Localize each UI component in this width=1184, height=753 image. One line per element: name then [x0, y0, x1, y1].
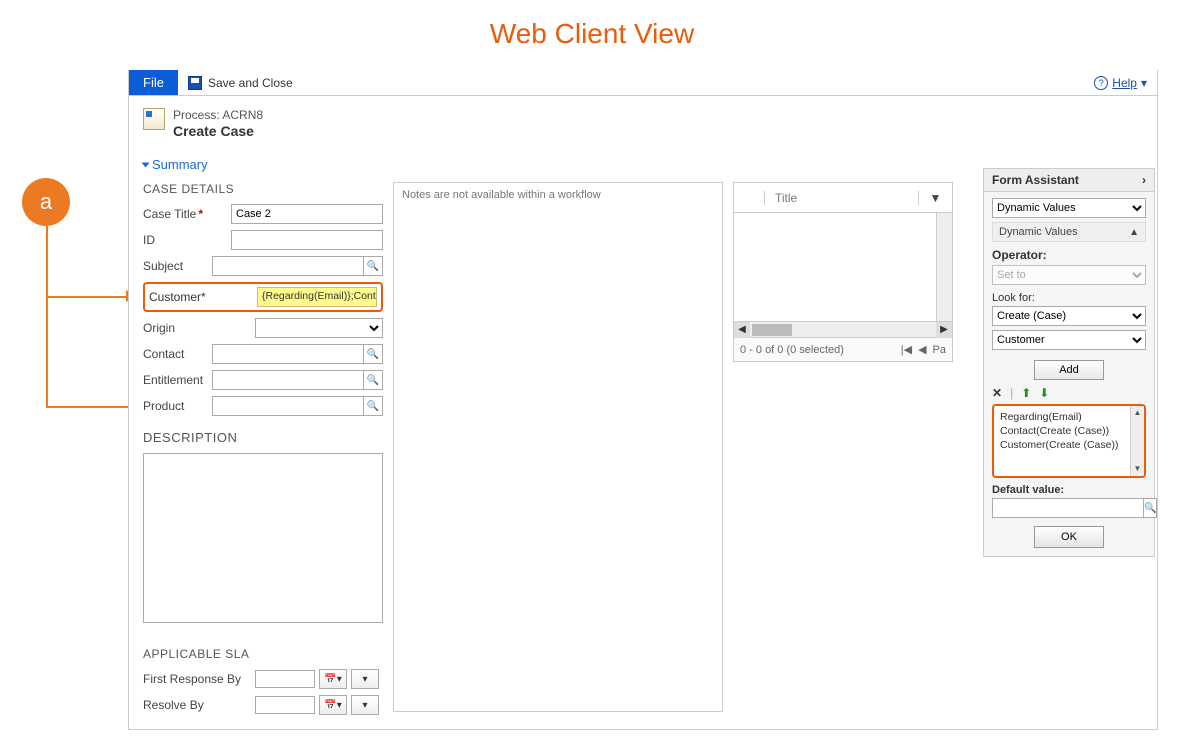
- lookfor-attribute-select[interactable]: Customer: [992, 330, 1146, 350]
- subgrid-panel: Title ▼ ◀ ▶ 0 - 0 of 0 (0 selected) |◀ ◀: [733, 182, 953, 362]
- product-input[interactable]: [212, 396, 363, 416]
- product-label: Product: [143, 399, 212, 413]
- grid-page-label: Pa: [933, 344, 946, 356]
- remove-icon[interactable]: ✕: [992, 386, 1002, 400]
- case-title-input[interactable]: [231, 204, 383, 224]
- listbox-scrollbar[interactable]: ▲ ▼: [1130, 406, 1144, 476]
- scroll-right-icon[interactable]: ▶: [936, 322, 952, 338]
- product-lookup-button[interactable]: 🔍: [363, 396, 383, 416]
- scroll-left-icon[interactable]: ◀: [734, 322, 750, 338]
- grid-body: [734, 213, 952, 321]
- first-response-calendar-button[interactable]: 📅▾: [319, 669, 347, 689]
- case-title-label: Case Title*: [143, 207, 231, 221]
- contact-lookup-button[interactable]: 🔍: [363, 344, 383, 364]
- entity-title: Create Case: [173, 123, 263, 139]
- id-input[interactable]: [231, 230, 383, 250]
- description-textarea[interactable]: [143, 453, 383, 623]
- file-menu[interactable]: File: [129, 70, 178, 95]
- contact-label: Contact: [143, 347, 212, 361]
- ok-button[interactable]: OK: [1034, 526, 1104, 548]
- first-response-time-button[interactable]: ▾: [351, 669, 379, 689]
- app-window: File Save and Close ? Help ▾ Process: AC…: [128, 70, 1158, 730]
- case-details-heading: CASE DETAILS: [143, 182, 383, 196]
- first-response-date[interactable]: [255, 670, 315, 688]
- id-label: ID: [143, 233, 231, 247]
- case-details-column: CASE DETAILS Case Title* ID Subject 🔍: [129, 178, 383, 721]
- notes-placeholder: Notes are not available within a workflo…: [402, 189, 714, 201]
- sla-heading: APPLICABLE SLA: [143, 647, 383, 661]
- grid-filter-icon[interactable]: ▼: [918, 191, 952, 205]
- grid-column-title[interactable]: Title: [764, 191, 918, 205]
- collapse-icon[interactable]: ›: [1142, 173, 1146, 187]
- resolve-by-date[interactable]: [255, 696, 315, 714]
- help-label: Help: [1112, 76, 1137, 90]
- process-icon: [143, 108, 165, 130]
- annotation-line: [46, 226, 48, 296]
- move-down-icon[interactable]: ⬇: [1039, 386, 1049, 400]
- default-value-lookup-button[interactable]: 🔍: [1143, 498, 1157, 518]
- subject-input[interactable]: [212, 256, 363, 276]
- help-icon: ?: [1094, 76, 1108, 90]
- subject-lookup-button[interactable]: 🔍: [363, 256, 383, 276]
- notes-panel: Notes are not available within a workflo…: [393, 182, 723, 712]
- save-and-close-button[interactable]: Save and Close: [178, 70, 303, 95]
- origin-select[interactable]: [255, 318, 383, 338]
- customer-input[interactable]: {Regarding(Email)};Contact(Cr: [257, 287, 377, 307]
- form-assistant-panel: Form Assistant › Dynamic Values Dynamic …: [983, 168, 1155, 557]
- contact-input[interactable]: [212, 344, 363, 364]
- resolve-by-time-button[interactable]: ▾: [351, 695, 379, 715]
- save-icon: [188, 76, 202, 90]
- resolve-by-calendar-button[interactable]: 📅▾: [319, 695, 347, 715]
- default-value-label: Default value:: [992, 484, 1146, 496]
- annotation-line: [46, 296, 128, 298]
- summary-label: Summary: [152, 157, 208, 172]
- description-heading: DESCRIPTION: [143, 430, 383, 445]
- grid-footer: 0 - 0 of 0 (0 selected) |◀ ◀ Pa: [734, 337, 952, 361]
- first-response-label: First Response By: [143, 672, 255, 686]
- subject-label: Subject: [143, 259, 212, 273]
- grid-horizontal-scrollbar[interactable]: ◀ ▶: [734, 321, 952, 337]
- page-title: Web Client View: [0, 0, 1184, 56]
- list-item[interactable]: Customer(Create (Case)): [1000, 438, 1138, 452]
- fa-top-select[interactable]: Dynamic Values: [992, 198, 1146, 218]
- header-area: Process: ACRN8 Create Case Summary: [129, 96, 1157, 178]
- list-item[interactable]: Contact(Create (Case)): [1000, 424, 1138, 438]
- list-item[interactable]: Regarding(Email): [1000, 410, 1138, 424]
- grid-vertical-scrollbar[interactable]: [936, 213, 952, 321]
- annotation-badge-a: a: [22, 178, 70, 226]
- customer-row-highlighted: Customer* {Regarding(Email)};Contact(Cr: [143, 282, 383, 312]
- origin-label: Origin: [143, 321, 255, 335]
- grid-first-page-icon[interactable]: |◀: [901, 343, 912, 356]
- help-menu[interactable]: ? Help ▾: [1094, 70, 1157, 95]
- grid-prev-page-icon[interactable]: ◀: [918, 343, 926, 356]
- resolve-by-label: Resolve By: [143, 698, 255, 712]
- operator-select: Set to: [992, 265, 1146, 285]
- dynamic-values-listbox[interactable]: Regarding(Email) Contact(Create (Case)) …: [992, 404, 1146, 478]
- grid-status-text: 0 - 0 of 0 (0 selected): [740, 344, 844, 356]
- operator-heading: Operator:: [992, 248, 1146, 262]
- section-collapse-icon[interactable]: ▲: [1129, 227, 1139, 238]
- toolbar: File Save and Close ? Help ▾: [129, 70, 1157, 96]
- customer-label: Customer*: [149, 290, 257, 304]
- form-assistant-title: Form Assistant: [992, 173, 1079, 187]
- entitlement-lookup-button[interactable]: 🔍: [363, 370, 383, 390]
- entitlement-label: Entitlement: [143, 373, 212, 387]
- fa-section-header[interactable]: Dynamic Values ▲: [992, 222, 1146, 242]
- lookfor-label: Look for:: [992, 292, 1146, 304]
- annotation-line: [46, 296, 48, 406]
- save-and-close-label: Save and Close: [208, 76, 293, 90]
- add-button[interactable]: Add: [1034, 360, 1104, 380]
- process-label: Process: ACRN8: [173, 108, 263, 122]
- entitlement-input[interactable]: [212, 370, 363, 390]
- summary-section-toggle[interactable]: Summary: [143, 157, 208, 172]
- chevron-down-icon: ▾: [1141, 76, 1147, 90]
- scroll-thumb[interactable]: [752, 324, 792, 336]
- move-up-icon[interactable]: ⬆: [1021, 386, 1031, 400]
- lookfor-entity-select[interactable]: Create (Case): [992, 306, 1146, 326]
- caret-icon: [142, 162, 150, 167]
- default-value-input[interactable]: [992, 498, 1143, 518]
